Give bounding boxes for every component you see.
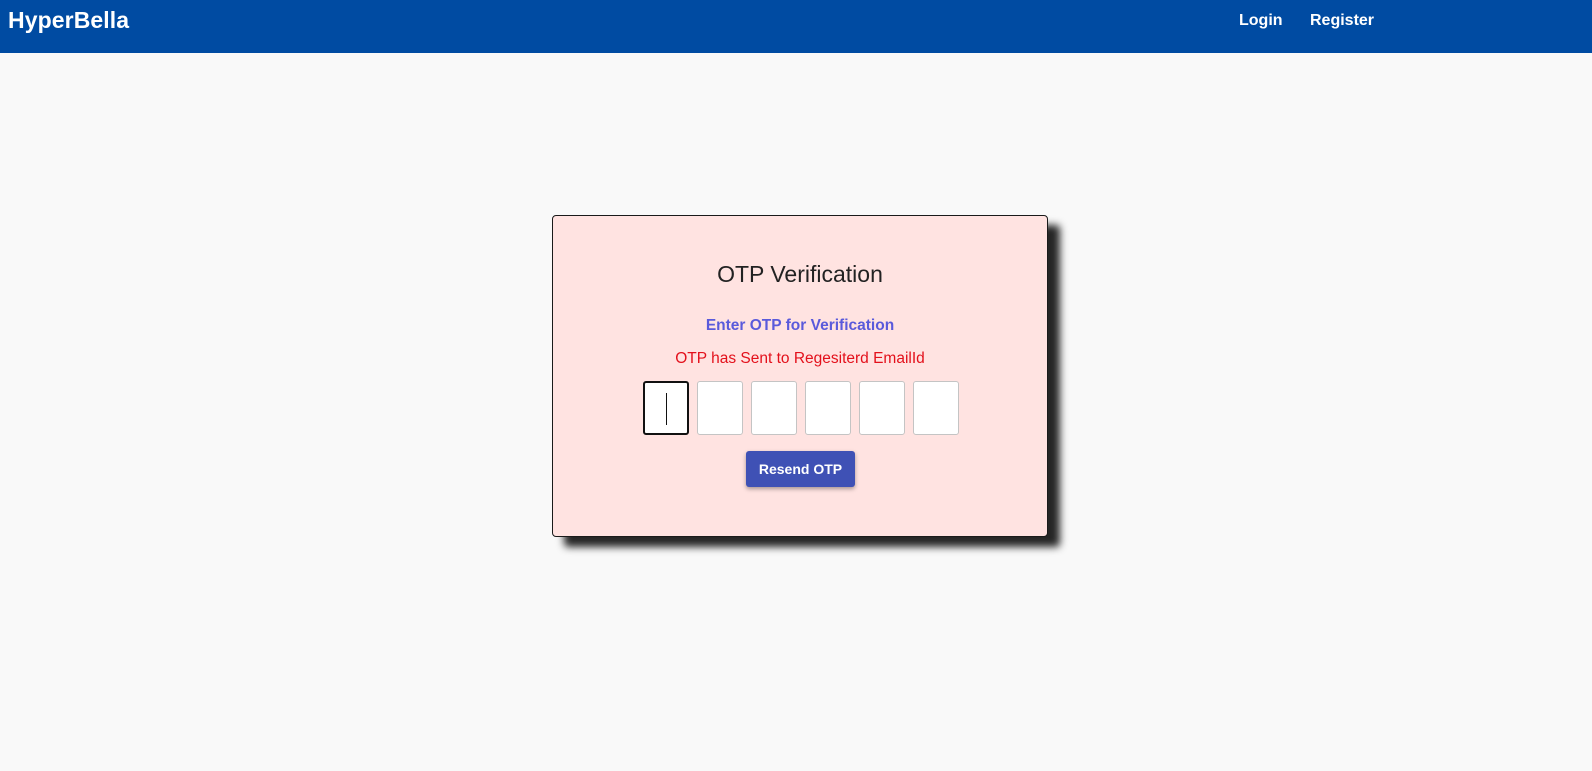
top-navbar: HyperBella Login Register	[0, 0, 1592, 53]
otp-digit-input-2[interactable]	[697, 381, 743, 435]
otp-verification-card: OTP Verification Enter OTP for Verificat…	[552, 215, 1048, 537]
otp-digit-input-6[interactable]	[913, 381, 959, 435]
otp-sent-message: OTP has Sent to Regesiterd EmailId	[675, 350, 925, 367]
otp-input-group	[643, 381, 963, 435]
card-title: OTP Verification	[717, 261, 883, 287]
card-subtitle: Enter OTP for Verification	[705, 317, 895, 334]
resend-otp-button[interactable]: Resend OTP	[746, 451, 855, 487]
nav-login-link[interactable]: Login	[1239, 12, 1283, 30]
text-caret	[666, 393, 667, 425]
otp-digit-input-1[interactable]	[643, 381, 689, 435]
otp-digit-input-4[interactable]	[805, 381, 851, 435]
otp-digit-input-5[interactable]	[859, 381, 905, 435]
nav-register-link[interactable]: Register	[1310, 12, 1374, 30]
otp-digit-input-3[interactable]	[751, 381, 797, 435]
brand-logo-text[interactable]: HyperBella	[8, 7, 129, 34]
